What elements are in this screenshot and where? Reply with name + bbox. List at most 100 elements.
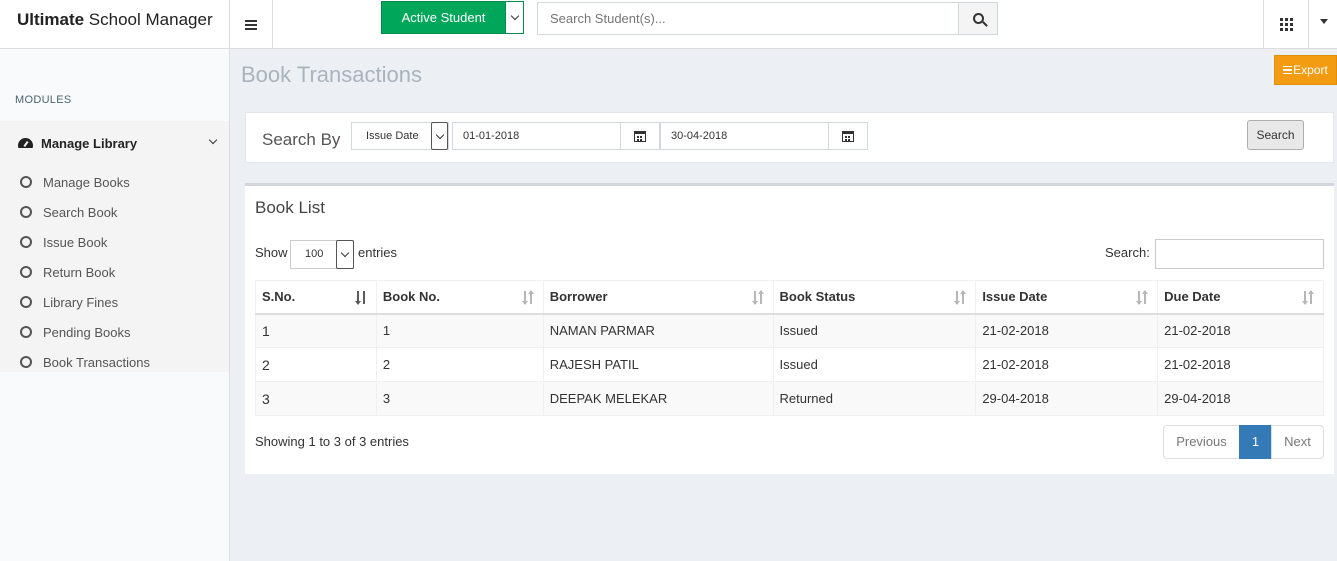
sidebar-item-label: Library Fines (43, 294, 119, 310)
sidebar-toggle-button[interactable] (230, 0, 273, 49)
cell-book-status: Issued (772, 313, 977, 348)
column-header-label: Issue Date (982, 289, 1048, 305)
cell-borrower: DEEPAK MELEKAR (542, 381, 774, 416)
cell-due-date: 21-02-2018 (1157, 347, 1324, 382)
circle-icon (20, 236, 32, 248)
column-header-book-status[interactable]: Book Status (772, 280, 977, 315)
to-date-input[interactable]: 30-04-2018 (660, 122, 829, 150)
chevron-down-icon (340, 248, 350, 258)
column-header-label: S.No. (262, 289, 296, 305)
column-header-due-date[interactable]: Due Date (1157, 280, 1324, 315)
sidebar-item-manage-books[interactable]: Manage Books (20, 167, 150, 197)
search-by-label: Search By (262, 130, 341, 149)
sort-ascending-icon (354, 291, 368, 305)
column-header-label: Due Date (1164, 289, 1221, 305)
table-row[interactable]: 2 2 RAJESH PATIL Issued 21-02-2018 21-02… (255, 347, 1324, 382)
cell-due-date: 21-02-2018 (1157, 313, 1324, 348)
date-type-value: Issue Date (366, 130, 419, 142)
to-date-calendar-button[interactable] (828, 122, 868, 150)
pagination-page-button[interactable]: 1 (1239, 425, 1272, 459)
from-date-calendar-button[interactable] (620, 122, 660, 150)
entries-per-page-value: 100 (305, 248, 324, 260)
dashboard-icon (18, 138, 33, 149)
entries-label: entries (358, 245, 398, 260)
column-header-label: Borrower (549, 289, 608, 305)
column-header-issue-date[interactable]: Issue Date (975, 280, 1159, 315)
entries-per-page-select[interactable]: 100 (290, 240, 354, 269)
circle-icon (20, 266, 32, 278)
apps-menu-button[interactable] (1263, 0, 1309, 49)
entries-caret[interactable] (336, 240, 354, 269)
sidebar-item-label: Manage Books (43, 174, 130, 190)
cell-issue-date: 21-02-2018 (975, 347, 1159, 382)
chevron-down-icon (208, 135, 218, 145)
cell-book-status: Returned (772, 381, 977, 416)
filter-search-button[interactable]: Search (1247, 120, 1304, 150)
calendar-icon (842, 130, 854, 142)
grid-icon (1279, 18, 1293, 31)
date-type-select[interactable]: Issue Date (351, 122, 449, 150)
sidebar-item-issue-book[interactable]: Issue Book (20, 227, 150, 257)
circle-icon (20, 326, 32, 338)
page-title: Book Transactions (241, 62, 422, 87)
table-search-input[interactable] (1155, 239, 1324, 269)
active-student-label: Active Student (401, 10, 486, 25)
pagination-previous-button[interactable]: Previous (1163, 425, 1240, 459)
sort-icon (954, 290, 967, 305)
student-search-input[interactable] (537, 2, 959, 35)
cell-sno: 2 (255, 347, 377, 382)
sidebar-item-label: Pending Books (43, 324, 131, 340)
sidebar: MODULES Manage Library Manage Books Sear… (0, 49, 230, 561)
sidebar-item-search-book[interactable]: Search Book (20, 197, 150, 227)
sort-icon (751, 290, 765, 305)
circle-icon (20, 296, 32, 308)
sidebar-item-book-transactions[interactable]: Book Transactions (20, 347, 150, 377)
export-button[interactable]: Export (1274, 55, 1337, 85)
cell-due-date: 29-04-2018 (1157, 381, 1324, 416)
table-row[interactable]: 1 1 NAMAN PARMAR Issued 21-02-2018 21-02… (255, 313, 1324, 348)
column-header-label: Book Status (779, 289, 856, 305)
list-icon (1283, 66, 1293, 74)
sidebar-item-label: Issue Book (43, 234, 108, 250)
column-header-sno[interactable]: S.No. (255, 280, 377, 315)
sort-icon (521, 290, 535, 305)
top-navbar: Ultimate School Manager Active Student (0, 0, 1337, 49)
column-header-book-no[interactable]: Book No. (375, 280, 544, 315)
sidebar-item-pending-books[interactable]: Pending Books (20, 317, 150, 347)
circle-icon (20, 176, 32, 188)
table-row[interactable]: 3 3 DEEPAK MELEKAR Returned 29-04-2018 2… (255, 381, 1324, 416)
sidebar-item-return-book[interactable]: Return Book (20, 257, 150, 287)
brand-rest: School Manager (84, 10, 213, 29)
cell-book-no: 2 (375, 347, 544, 382)
sidebar-parent-label: Manage Library (41, 135, 138, 151)
circle-icon (20, 206, 32, 218)
table-header-row: S.No. Book No. Borrower Book Status Issu… (255, 280, 1324, 315)
sidebar-item-manage-library[interactable]: Manage Library (18, 133, 218, 153)
student-search-button[interactable] (958, 2, 998, 35)
sort-icon (1136, 290, 1149, 305)
chevron-down-icon (510, 11, 519, 21)
sidebar-section-header: MODULES (15, 94, 72, 106)
sidebar-item-library-fines[interactable]: Library Fines (20, 287, 150, 317)
active-student-caret[interactable] (505, 2, 523, 33)
pagination: Previous 1 Next (1163, 425, 1324, 459)
app-brand[interactable]: Ultimate School Manager (0, 0, 230, 49)
cell-borrower: RAJESH PATIL (542, 347, 774, 382)
show-label: Show (255, 245, 288, 260)
pagination-next-button[interactable]: Next (1271, 425, 1324, 459)
column-header-borrower[interactable]: Borrower (542, 280, 774, 315)
book-list-panel: Book List Show 100 entries Search: S.No.… (245, 183, 1334, 474)
cell-sno: 1 (255, 313, 377, 348)
sidebar-submenu: Manage Books Search Book Issue Book Retu… (20, 167, 150, 377)
table-info-text: Showing 1 to 3 of 3 entries (255, 434, 409, 449)
sidebar-menu-library: Manage Library Manage Books Search Book … (0, 121, 229, 372)
chevron-down-icon (435, 130, 444, 139)
book-list-title: Book List (255, 198, 325, 217)
cell-book-no: 1 (375, 313, 544, 348)
cell-book-status: Issued (772, 347, 977, 382)
user-menu-caret-icon[interactable] (1320, 19, 1328, 24)
active-student-dropdown[interactable]: Active Student (381, 1, 524, 34)
cell-book-no: 3 (375, 381, 544, 416)
date-type-caret[interactable] (431, 122, 448, 150)
from-date-input[interactable]: 01-01-2018 (452, 122, 621, 150)
